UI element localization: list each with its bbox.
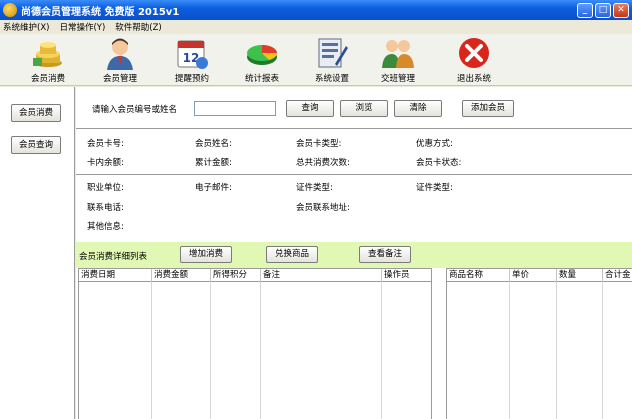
- toolbar-label: 提醒预约: [174, 74, 209, 84]
- table-column: [79, 282, 152, 419]
- shift-users-icon: [381, 36, 415, 70]
- email-label: 电子邮件:: [195, 183, 232, 193]
- add-consumption-button[interactable]: 增加消费: [180, 246, 232, 263]
- phone-label: 联系电话:: [87, 203, 124, 213]
- redeem-goods-button[interactable]: 兑换商品: [266, 246, 318, 263]
- menu-software-help[interactable]: 软件帮助(Z): [115, 21, 161, 33]
- table-header: 消费日期 消费金额 所得积分 备注 操作员: [79, 269, 431, 282]
- search-input[interactable]: [194, 101, 276, 116]
- search-prompt: 请输入会员编号或姓名: [92, 105, 178, 115]
- table-column: [261, 282, 382, 419]
- detail-toolbar: 会员消费详细列表 增加消费 兑换商品 查看备注: [76, 242, 632, 268]
- total-amount-label: 累计金额:: [195, 158, 232, 168]
- card-status-label: 会员卡状态:: [416, 158, 462, 168]
- title-bar: 尚德会员管理系统 免费版 2015v1 _ □ ✕: [0, 0, 632, 20]
- member-name-label: 会员姓名:: [195, 139, 232, 149]
- toolbar: 会员消费 会员管理 12 提醒预约 统计报表 系统设置 交班管理 退出系统: [0, 34, 632, 86]
- menu-bar: 系统维护(X) 日常操作(Y) 软件帮助(Z): [0, 20, 632, 34]
- table-header: 商品名称 单价 数量 合计金: [447, 269, 632, 282]
- main-panel: 请输入会员编号或姓名 查询 浏览 清除 添加会员 会员卡号: 会员姓名: 会员卡…: [76, 87, 632, 419]
- toolbar-label: 会员管理: [102, 74, 137, 84]
- view-notes-button[interactable]: 查看备注: [359, 246, 411, 263]
- detail-list-title: 会员消费详细列表: [79, 252, 148, 262]
- toolbar-exit-system[interactable]: 退出系统: [444, 36, 504, 86]
- column-header[interactable]: 商品名称: [447, 269, 510, 282]
- column-header[interactable]: 消费日期: [79, 269, 152, 282]
- table-column: [447, 282, 510, 419]
- member-icon: [103, 36, 137, 70]
- goods-table: 商品名称 单价 数量 合计金: [446, 268, 632, 419]
- member-info-panel: 会员卡号: 会员姓名: 会员卡类型: 优惠方式: 卡内余额: 累计金额: 总共消…: [76, 129, 632, 175]
- column-header[interactable]: 数量: [557, 269, 603, 282]
- menu-system-maintenance[interactable]: 系统维护(X): [3, 21, 49, 33]
- window-title: 尚德会员管理系统 免费版 2015v1: [21, 6, 180, 18]
- table-column: [510, 282, 557, 419]
- toolbar-label: 交班管理: [380, 74, 415, 84]
- discount-method-label: 优惠方式:: [416, 139, 453, 149]
- toolbar-label: 会员消费: [30, 74, 65, 84]
- table-column: [557, 282, 603, 419]
- other-info-label: 其他信息:: [87, 222, 124, 232]
- pie-chart-icon: [245, 36, 279, 70]
- id-type-label: 证件类型:: [296, 183, 333, 193]
- app-icon: [3, 3, 17, 17]
- browse-button[interactable]: 浏览: [340, 100, 388, 117]
- toolbar-reminder-appointment[interactable]: 12 提醒预约: [162, 36, 222, 86]
- toolbar-shift-management[interactable]: 交班管理: [368, 36, 428, 86]
- toolbar-statistics-report[interactable]: 统计报表: [232, 36, 292, 86]
- total-consumption-count-label: 总共消费次数:: [296, 158, 350, 168]
- coins-icon: [31, 36, 65, 70]
- sidebar-member-query[interactable]: 会员查询: [11, 136, 61, 154]
- column-header[interactable]: 合计金: [603, 269, 632, 282]
- clear-button[interactable]: 清除: [394, 100, 442, 117]
- card-balance-label: 卡内余额:: [87, 158, 124, 168]
- query-button[interactable]: 查询: [286, 100, 334, 117]
- close-button[interactable]: ✕: [613, 2, 629, 18]
- toolbar-label: 系统设置: [314, 74, 349, 84]
- toolbar-label: 统计报表: [244, 74, 279, 84]
- sidebar-member-consumption[interactable]: 会员消费: [11, 104, 61, 122]
- column-header[interactable]: 单价: [510, 269, 557, 282]
- toolbar-member-management[interactable]: 会员管理: [90, 36, 150, 86]
- column-header[interactable]: 操作员: [382, 269, 432, 282]
- column-header[interactable]: 所得积分: [211, 269, 261, 282]
- minimize-button[interactable]: _: [577, 2, 593, 18]
- search-row: 请输入会员编号或姓名 查询 浏览 清除 添加会员: [76, 87, 632, 129]
- exit-icon: [457, 36, 491, 70]
- sidebar: 会员消费 会员查询: [0, 87, 75, 419]
- address-label: 会员联系地址:: [296, 203, 350, 213]
- toolbar-system-settings[interactable]: 系统设置: [302, 36, 362, 86]
- id-type-label-2: 证件类型:: [416, 183, 453, 193]
- add-member-button[interactable]: 添加会员: [462, 100, 514, 117]
- consumption-table: 消费日期 消费金额 所得积分 备注 操作员: [78, 268, 432, 419]
- toolbar-label: 退出系统: [456, 74, 491, 84]
- calendar-icon: 12: [175, 36, 209, 70]
- column-header[interactable]: 备注: [261, 269, 382, 282]
- table-column: [152, 282, 211, 419]
- member-extra-panel: 职业单位: 电子邮件: 证件类型: 证件类型: 联系电话: 会员联系地址: 其他…: [76, 175, 632, 242]
- card-number-label: 会员卡号:: [87, 139, 124, 149]
- menu-daily-operations[interactable]: 日常操作(Y): [59, 21, 105, 33]
- card-type-label: 会员卡类型:: [296, 139, 342, 149]
- window-controls: _ □ ✕: [577, 2, 629, 18]
- column-header[interactable]: 消费金额: [152, 269, 211, 282]
- table-column: [211, 282, 261, 419]
- maximize-button[interactable]: □: [595, 2, 611, 18]
- toolbar-member-consumption[interactable]: 会员消费: [18, 36, 78, 86]
- settings-icon: [315, 36, 349, 70]
- occupation-label: 职业单位:: [87, 183, 124, 193]
